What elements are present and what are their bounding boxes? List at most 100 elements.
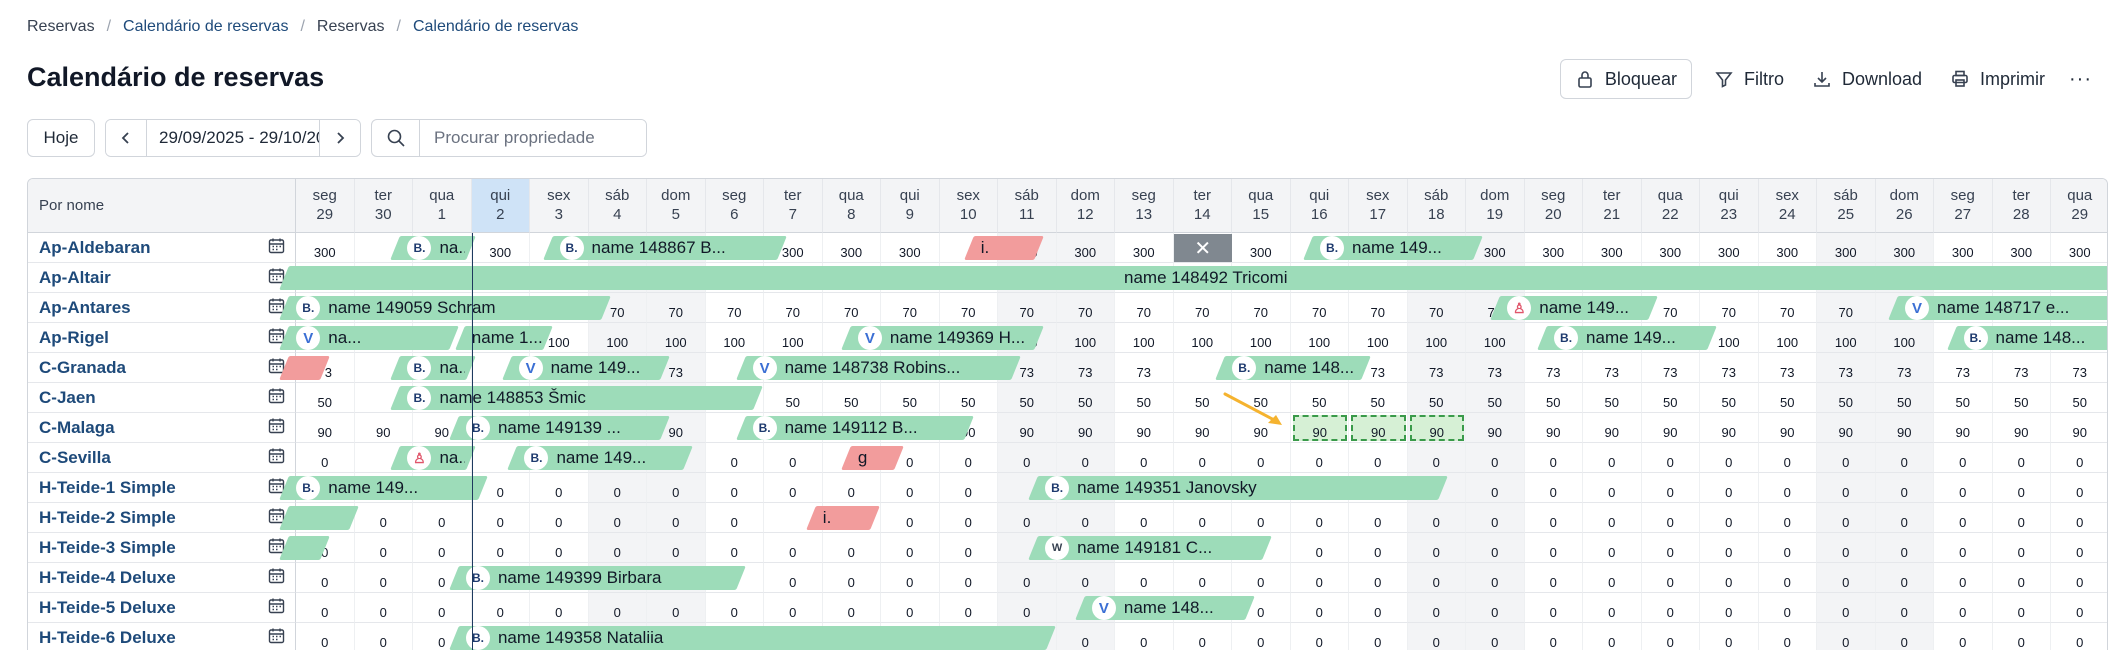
property-row-label[interactable]: Ap-Rigel [28, 323, 296, 353]
property-name[interactable]: H-Teide-6 Deluxe [39, 628, 176, 648]
price-cell[interactable]: 0 [998, 443, 1057, 473]
price-cell[interactable]: 300 [1875, 233, 1934, 263]
price-cell[interactable]: 50 [998, 383, 1057, 413]
price-cell[interactable]: 0 [1875, 593, 1934, 623]
price-cell[interactable]: 0 [939, 593, 998, 623]
price-cell[interactable]: 300 [1056, 233, 1115, 263]
price-cell[interactable]: 90 [1641, 413, 1700, 443]
price-cell[interactable]: 0 [296, 563, 355, 593]
price-cell[interactable]: 0 [1056, 503, 1115, 533]
blocked-date-cell[interactable]: ✕ [1173, 234, 1232, 262]
price-cell[interactable]: 50 [764, 383, 823, 413]
calendar-icon[interactable] [268, 387, 285, 409]
download-button[interactable]: Download [1798, 59, 1936, 99]
price-cell[interactable]: 0 [1056, 443, 1115, 473]
price-cell[interactable]: 0 [471, 533, 530, 563]
price-cell[interactable]: 300 [1232, 233, 1291, 263]
price-cell[interactable]: 70 [881, 293, 940, 323]
price-cell[interactable]: 50 [1992, 383, 2051, 413]
property-row-label[interactable]: C-Jaen [28, 383, 296, 413]
price-cell[interactable]: 0 [1817, 593, 1876, 623]
price-cell[interactable]: 100 [705, 323, 764, 353]
price-cell[interactable]: 0 [998, 563, 1057, 593]
price-cell[interactable]: 0 [1524, 593, 1583, 623]
reservation-label[interactable]: B. name 148... [1963, 323, 2107, 353]
price-cell[interactable]: 50 [1349, 383, 1408, 413]
price-cell[interactable]: 0 [1583, 443, 1642, 473]
price-cell[interactable]: 0 [1817, 443, 1876, 473]
price-cell[interactable]: 73 [1466, 353, 1525, 383]
price-cell[interactable]: 0 [413, 533, 472, 563]
reservation-label[interactable] [296, 353, 319, 383]
price-cell[interactable]: 0 [1875, 473, 1934, 503]
price-cell[interactable]: 50 [1466, 383, 1525, 413]
price-cell[interactable]: 0 [1817, 623, 1876, 650]
price-cell[interactable]: 0 [1992, 593, 2051, 623]
property-name[interactable]: Ap-Aldebaran [39, 238, 150, 258]
price-cell[interactable]: 0 [1700, 473, 1759, 503]
calendar-icon[interactable] [268, 237, 285, 259]
price-cell[interactable]: 0 [881, 593, 940, 623]
price-cell[interactable]: 0 [1466, 593, 1525, 623]
reservation-label[interactable]: B. na... [407, 353, 465, 383]
price-cell[interactable]: 50 [1115, 383, 1174, 413]
property-row-label[interactable]: H-Teide-3 Simple [28, 533, 296, 563]
price-cell[interactable]: 0 [764, 443, 823, 473]
price-cell[interactable]: 73 [1407, 353, 1466, 383]
price-cell[interactable]: 0 [1407, 563, 1466, 593]
price-cell[interactable]: 300 [822, 233, 881, 263]
price-cell[interactable]: 0 [998, 503, 1057, 533]
property-name[interactable]: C-Jaen [39, 388, 96, 408]
price-cell[interactable]: 0 [764, 533, 823, 563]
price-cell[interactable]: 0 [647, 473, 706, 503]
property-row-label[interactable]: Ap-Antares [28, 293, 296, 323]
price-cell[interactable]: 100 [764, 323, 823, 353]
calendar-icon[interactable] [268, 567, 285, 589]
price-cell[interactable]: 300 [296, 233, 355, 263]
price-cell[interactable]: 0 [1817, 503, 1876, 533]
today-button[interactable]: Hoje [27, 119, 95, 157]
reservation-label[interactable]: B. name 149... [1554, 323, 1706, 353]
price-cell[interactable]: 0 [530, 473, 589, 503]
price-cell[interactable]: 0 [1232, 623, 1291, 650]
price-cell[interactable]: 90 [1758, 413, 1817, 443]
price-cell[interactable]: 0 [1466, 443, 1525, 473]
price-cell[interactable]: 0 [1115, 563, 1174, 593]
price-cell[interactable]: 100 [1349, 323, 1408, 353]
property-name[interactable]: H-Teide-4 Deluxe [39, 568, 176, 588]
price-cell[interactable]: 0 [1934, 473, 1993, 503]
price-cell[interactable]: 0 [471, 503, 530, 533]
price-cell[interactable]: 50 [1758, 383, 1817, 413]
date-range-field[interactable]: 29/09/2025 - 29/10/20... [146, 120, 320, 156]
price-cell[interactable]: 50 [1700, 383, 1759, 413]
price-cell[interactable]: 50 [1524, 383, 1583, 413]
reservation-label[interactable]: B. name 149059 Schram [296, 293, 600, 323]
reservation-label[interactable]: B. name 149... [524, 443, 682, 473]
reservation-label[interactable]: g [858, 443, 893, 473]
price-cell[interactable]: 0 [1817, 533, 1876, 563]
price-cell[interactable]: 0 [822, 473, 881, 503]
price-cell[interactable]: 50 [822, 383, 881, 413]
price-cell[interactable]: 0 [1407, 593, 1466, 623]
property-row-label[interactable]: C-Granada [28, 353, 296, 383]
breadcrumb-reservas[interactable]: Reservas [27, 18, 95, 36]
price-cell[interactable]: 100 [1056, 323, 1115, 353]
reservation-label[interactable]: Vna... [296, 323, 448, 353]
price-cell[interactable]: 70 [1407, 293, 1466, 323]
more-options-button[interactable]: ··· [2059, 59, 2102, 99]
price-cell[interactable]: 0 [1934, 563, 1993, 593]
reservation-label[interactable] [296, 533, 319, 563]
price-cell[interactable]: 73 [1641, 353, 1700, 383]
reservation-label[interactable]: B. name 149358 Nataliia [465, 623, 1045, 650]
price-cell[interactable]: 100 [588, 323, 647, 353]
price-cell[interactable]: 0 [1115, 443, 1174, 473]
price-cell[interactable]: 0 [1934, 503, 1993, 533]
price-cell[interactable]: 0 [1817, 563, 1876, 593]
price-cell[interactable]: 0 [1173, 443, 1232, 473]
price-cell[interactable]: 0 [1291, 623, 1349, 650]
price-cell[interactable]: 100 [1758, 323, 1817, 353]
price-cell[interactable]: 0 [1700, 443, 1759, 473]
price-cell[interactable]: 0 [2051, 473, 2107, 503]
price-cell[interactable]: 0 [1524, 533, 1583, 563]
price-cell[interactable]: 0 [1992, 503, 2051, 533]
